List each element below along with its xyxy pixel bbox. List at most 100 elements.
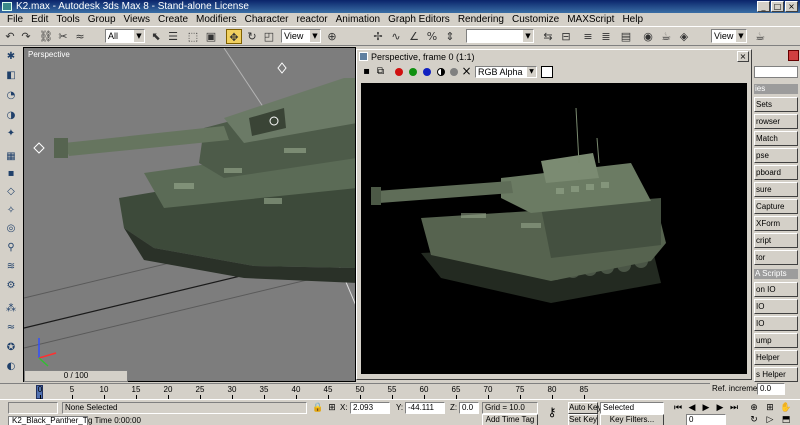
select-move-icon[interactable]: ✥ <box>226 29 242 44</box>
y-coordinate-field[interactable]: -44.111 <box>405 402 445 414</box>
lock-selection-icon[interactable]: 🔒 <box>312 402 324 414</box>
viewport-label[interactable]: Perspective <box>28 50 70 59</box>
render-scene-icon[interactable]: ☕ <box>658 29 674 44</box>
rollout-header-2[interactable]: A Scripts <box>754 269 798 279</box>
pivot-center-icon[interactable]: ⊕ <box>324 29 340 44</box>
render-window-titlebar[interactable]: Perspective, frame 0 (1:1) × <box>357 50 751 64</box>
motion-panel-icon[interactable]: ◑ <box>3 109 19 123</box>
menu-help[interactable]: Help <box>618 13 647 26</box>
go-to-end-icon[interactable]: ⏭ <box>728 402 740 414</box>
deformer-icon[interactable]: ≈ <box>3 321 19 335</box>
named-selection-dropdown[interactable]: ▼ <box>466 29 534 43</box>
systems-icon[interactable]: ⚙ <box>3 279 19 293</box>
modify-panel-icon[interactable]: ◧ <box>3 69 19 83</box>
select-by-name-icon[interactable]: ☰ <box>165 29 181 44</box>
helpers-icon[interactable]: ⚲ <box>3 241 19 255</box>
clear-icon[interactable]: × <box>461 65 472 77</box>
x-coordinate-field[interactable]: 2.093 <box>350 402 390 414</box>
capture-button[interactable]: Capture <box>754 199 798 214</box>
color-swatch[interactable] <box>541 66 553 78</box>
xform-button[interactable]: XForm <box>754 216 798 231</box>
select-scale-icon[interactable]: ◰ <box>261 29 277 44</box>
bind-space-warp-icon[interactable]: ≈ <box>72 29 88 44</box>
particle-icon[interactable]: ⁂ <box>3 302 19 316</box>
z-coordinate-field[interactable]: 0.0 <box>459 402 479 414</box>
redo-icon[interactable]: ↷ <box>18 29 34 44</box>
select-object-icon[interactable]: ⬉ <box>148 29 164 44</box>
tor-button[interactable]: tor <box>754 250 798 265</box>
on-io-button[interactable]: on IO <box>754 282 798 297</box>
collapse-button[interactable]: pse <box>754 148 798 163</box>
menu-create[interactable]: Create <box>154 13 192 26</box>
orbit-icon[interactable]: ↻ <box>748 414 760 425</box>
curve-editor-icon[interactable]: ≣ <box>598 29 614 44</box>
window-crossing-icon[interactable]: ▣ <box>203 29 219 44</box>
mirror-icon[interactable]: ⇆ <box>540 29 556 44</box>
compound-icon[interactable]: ✪ <box>3 341 19 355</box>
menu-edit[interactable]: Edit <box>27 13 52 26</box>
reference-coord-dropdown[interactable]: View ▼ <box>281 29 321 43</box>
current-frame-field[interactable]: 0 <box>686 414 726 425</box>
time-slider[interactable]: 0 / 100 <box>24 370 128 382</box>
match-button[interactable]: Match <box>754 131 798 146</box>
undo-icon[interactable]: ↶ <box>2 29 18 44</box>
key-mode-dropdown[interactable]: Selected <box>600 402 664 414</box>
maximize-button[interactable]: □ <box>771 1 784 12</box>
quick-render-icon[interactable]: ◈ <box>676 29 692 44</box>
snap-3d-icon[interactable]: ∿ <box>388 29 404 44</box>
measure-button[interactable]: sure <box>754 182 798 197</box>
green-channel-icon[interactable] <box>409 68 417 76</box>
selection-filter-dropdown[interactable]: All ▼ <box>105 29 145 43</box>
menu-rendering[interactable]: Rendering <box>454 13 508 26</box>
alpha-channel-icon[interactable] <box>437 68 445 76</box>
menu-animation[interactable]: Animation <box>332 13 384 26</box>
close-icon[interactable]: × <box>737 51 749 62</box>
channel-display-dropdown[interactable]: RGB Alpha ▼ <box>475 66 537 78</box>
helper-button-2[interactable]: s Helper <box>754 367 798 382</box>
close-button[interactable]: × <box>785 1 798 12</box>
menu-maxscript[interactable]: MAXScript <box>563 13 618 26</box>
zoom-icon[interactable]: ⊕ <box>748 402 760 414</box>
rectangular-selection-icon[interactable]: ⬚ <box>185 29 201 44</box>
unlink-icon[interactable]: ✂ <box>55 29 71 44</box>
ref-increment-field[interactable]: 0.0 <box>757 383 785 395</box>
maximize-viewport-icon[interactable]: ⬒ <box>780 414 792 425</box>
spinner-snap-icon[interactable]: ⇕ <box>442 29 458 44</box>
hierarchy-panel-icon[interactable]: ◔ <box>3 89 19 103</box>
add-time-tag-button[interactable]: Add Time Tag <box>482 414 538 425</box>
schematic-view-icon[interactable]: ▤ <box>618 29 634 44</box>
perspective-viewport[interactable]: Perspective <box>23 47 356 382</box>
clone-icon[interactable]: ⧉ <box>375 66 386 77</box>
menu-character[interactable]: Character <box>241 13 293 26</box>
play-icon[interactable]: ▶ <box>700 402 712 414</box>
zoom-all-icon[interactable]: ⊞ <box>764 402 776 414</box>
select-manipulate-icon[interactable]: ✢ <box>370 29 386 44</box>
previous-frame-icon[interactable]: ◀ <box>686 402 698 414</box>
menu-file[interactable]: File <box>3 13 27 26</box>
sets-button[interactable]: Sets <box>754 97 798 112</box>
absolute-mode-icon[interactable]: ⊞ <box>326 402 338 414</box>
menu-customize[interactable]: Customize <box>508 13 563 26</box>
link-icon[interactable]: ⛓ <box>38 29 54 44</box>
rollout-header-1[interactable]: ies <box>754 84 798 94</box>
clipboard-button[interactable]: pboard <box>754 165 798 180</box>
align-icon[interactable]: ⊟ <box>558 29 574 44</box>
field-of-view-icon[interactable]: ▷ <box>764 414 776 425</box>
cameras-icon[interactable]: ◎ <box>3 222 19 236</box>
menu-views[interactable]: Views <box>120 13 155 26</box>
auto-key-button[interactable]: Auto Key <box>568 402 601 414</box>
key-icon[interactable]: ⚷ <box>546 406 558 418</box>
minimize-button[interactable]: _ <box>757 1 770 12</box>
menu-group[interactable]: Group <box>84 13 120 26</box>
space-warps-icon[interactable]: ≋ <box>3 260 19 274</box>
percent-snap-icon[interactable]: % <box>424 29 440 44</box>
material-editor-icon[interactable]: ◉ <box>640 29 656 44</box>
save-icon[interactable]: ▪ <box>361 66 372 77</box>
menu-reactor[interactable]: reactor <box>293 13 332 26</box>
lights-icon[interactable]: ✧ <box>3 204 19 218</box>
select-rotate-icon[interactable]: ↻ <box>244 29 260 44</box>
object-icon[interactable]: ◐ <box>3 360 19 374</box>
close-panel-icon[interactable] <box>788 50 799 61</box>
shapes-icon[interactable]: ◇ <box>3 185 19 199</box>
menu-graph-editors[interactable]: Graph Editors <box>384 13 454 26</box>
